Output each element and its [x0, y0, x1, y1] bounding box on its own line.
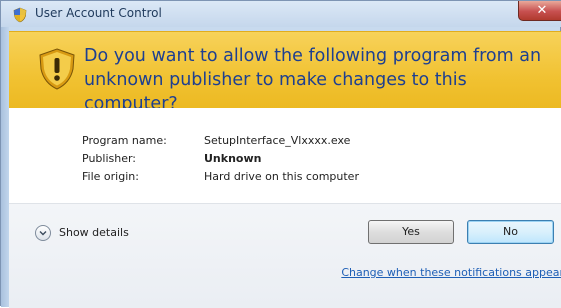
banner-heading: Do you want to allow the following progr… — [84, 46, 542, 114]
show-details-label[interactable]: Show details — [59, 226, 129, 239]
warning-banner: Do you want to allow the following progr… — [9, 31, 561, 114]
close-icon: ✕ — [536, 3, 548, 18]
file-origin-value: Hard drive on this computer — [204, 170, 359, 183]
program-name-value: SetupInterface_Vlxxxx.exe — [204, 134, 351, 147]
title-bar[interactable]: User Account Control ✕ — [1, 1, 561, 27]
yes-button[interactable]: Yes — [368, 220, 454, 244]
no-button[interactable]: No — [467, 220, 554, 244]
window-frame-edge — [1, 27, 9, 307]
dialog-footer: Show details Yes No Change when these no… — [9, 203, 561, 308]
info-label: Program name: — [82, 134, 167, 147]
close-button[interactable]: ✕ — [518, 1, 561, 21]
uac-dialog-window: User Account Control ✕ Do you want to al… — [0, 0, 561, 308]
window-title: User Account Control — [35, 6, 162, 20]
publisher-value: Unknown — [204, 152, 262, 165]
change-notifications-link[interactable]: Change when these notifications appear — [341, 266, 561, 279]
uac-shield-icon — [13, 7, 27, 23]
info-label: File origin: — [82, 170, 139, 183]
info-label: Publisher: — [82, 152, 137, 165]
program-info-panel: Program name: SetupInterface_Vlxxxx.exe … — [9, 108, 561, 203]
warning-shield-icon — [39, 48, 75, 90]
chevron-down-icon[interactable] — [35, 225, 51, 241]
